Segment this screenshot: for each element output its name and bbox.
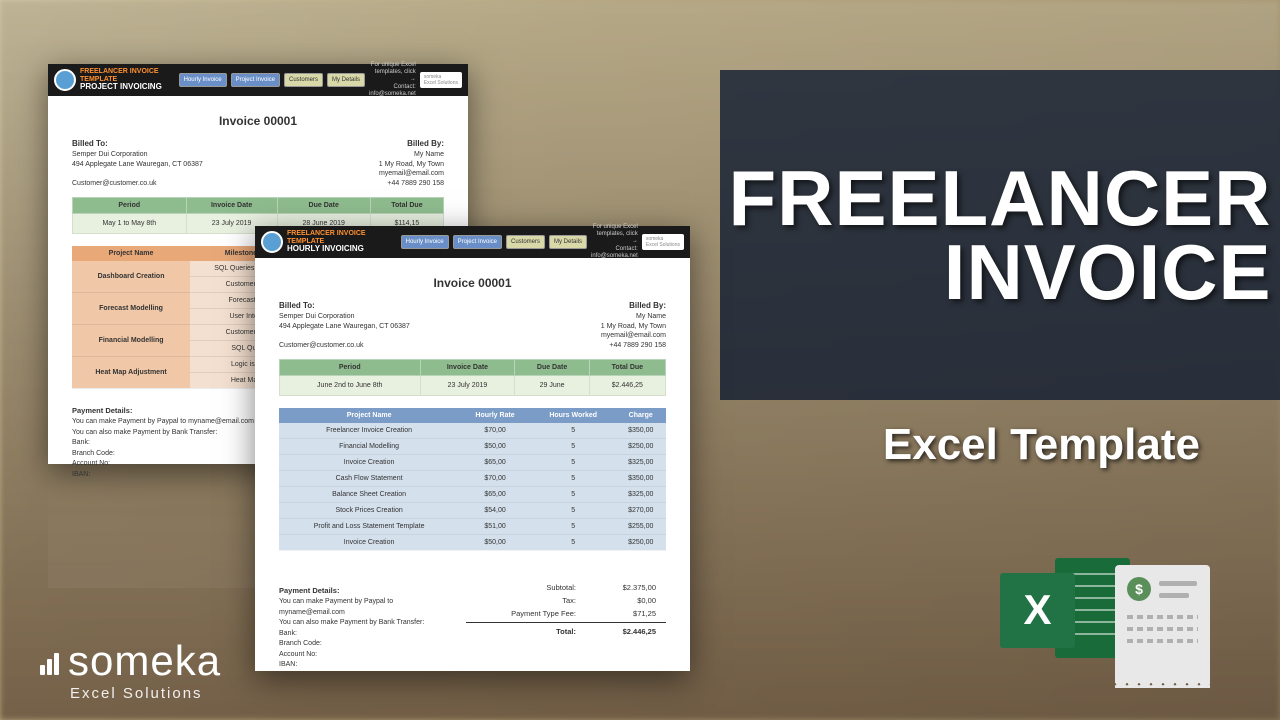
icon-group: X <box>1000 535 1210 680</box>
sheet-hourly-invoicing: FREELANCER INVOICE TEMPLATE HOURLY INVOI… <box>255 226 690 671</box>
nav-details[interactable]: My Details <box>549 235 587 249</box>
items-table: Project Name Hourly Rate Hours Worked Ch… <box>279 408 666 551</box>
avatar-icon <box>54 69 76 91</box>
payment-details: Payment Details: You can make Payment by… <box>279 585 446 671</box>
sheet-header: FREELANCER INVOICE TEMPLATE HOURLY INVOI… <box>255 226 690 258</box>
title-line2: INVOICE <box>944 228 1272 316</box>
nav-project[interactable]: Project Invoice <box>453 235 502 249</box>
sheet-header: FREELANCER INVOICE TEMPLATE PROJECT INVO… <box>48 64 468 96</box>
invoice-number: Invoice 00001 <box>279 276 666 290</box>
nav-details[interactable]: My Details <box>327 73 365 87</box>
banner-title: FREELANCER INVOICE <box>729 161 1272 309</box>
someka-mini-logo: someka Excel Solutions <box>420 72 462 88</box>
billed-by: Billed By: My Name 1 My Road, My Town my… <box>601 300 666 351</box>
footer-brand: someka Excel Solutions <box>40 637 221 702</box>
title-banner: FREELANCER INVOICE <box>720 70 1280 400</box>
nav-project[interactable]: Project Invoice <box>231 73 280 87</box>
billed-to: Billed To: Semper Dui Corporation 494 Ap… <box>72 138 203 189</box>
brand-tagline: Excel Solutions <box>70 685 221 702</box>
invoice-number: Invoice 00001 <box>72 114 444 128</box>
nav-customers[interactable]: Customers <box>284 73 323 87</box>
nav-hourly[interactable]: Hourly Invoice <box>401 235 449 249</box>
excel-icon: X <box>1000 548 1130 668</box>
subtitle: Excel Template <box>883 420 1200 470</box>
totals: Subtotal:$2.375,00 Tax:$0,00 Payment Typ… <box>466 581 666 671</box>
avatar-icon <box>261 231 283 253</box>
summary-table: Period Invoice Date Due Date Total Due J… <box>279 359 666 396</box>
nav-customers[interactable]: Customers <box>506 235 545 249</box>
billed-to: Billed To: Semper Dui Corporation 494 Ap… <box>279 300 410 351</box>
someka-mini-logo: someka Excel Solutions <box>642 234 684 250</box>
nav-hourly[interactable]: Hourly Invoice <box>179 73 227 87</box>
receipt-icon <box>1115 565 1210 680</box>
someka-logo-icon <box>40 651 64 675</box>
brand-name: someka <box>68 637 221 685</box>
billed-by: Billed By: My Name 1 My Road, My Town my… <box>379 138 444 189</box>
